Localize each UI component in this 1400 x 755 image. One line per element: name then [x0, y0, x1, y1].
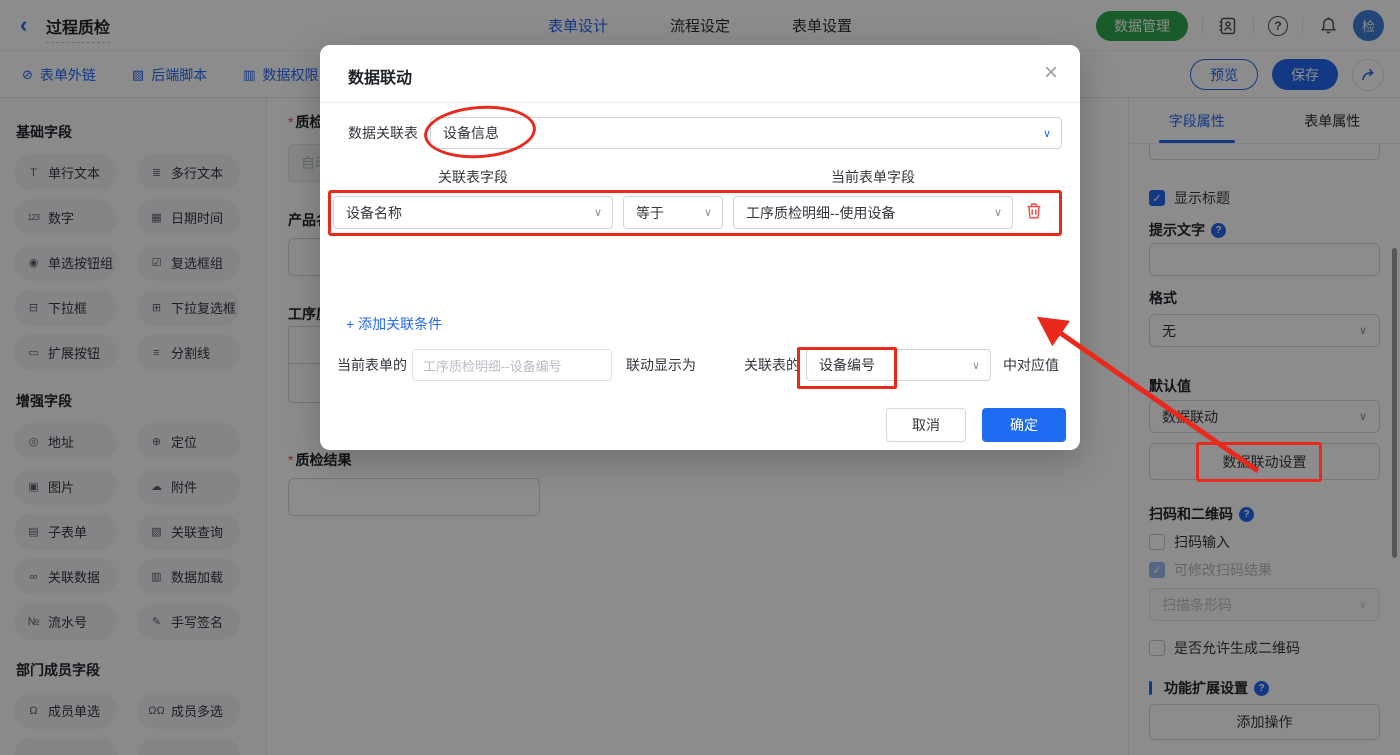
select-value: 设备名称 [346, 204, 402, 221]
select-value: 工序质检明细--使用设备 [746, 204, 896, 221]
confirm-button[interactable]: 确定 [982, 408, 1066, 442]
select-value: 设备信息 [443, 125, 499, 141]
data-linkage-dialog: 数据联动 × 数据关联表 设备信息 ∨ 关联表字段 当前表单字段 设备名称 ∨ … [320, 45, 1080, 450]
select-value: 等于 [636, 204, 664, 221]
link-table-select[interactable]: 设备信息 ∨ [430, 117, 1062, 149]
close-icon[interactable]: × [1044, 59, 1058, 87]
current-form-field-input[interactable]: 工序质检明细--设备编号 [412, 349, 612, 381]
select-value: 设备编号 [819, 357, 875, 373]
related-table-label: 关联表的 [744, 357, 800, 373]
chevron-down-icon: ∨ [1042, 127, 1051, 140]
delete-condition-trash-icon[interactable] [1024, 201, 1046, 223]
display-as-label: 联动显示为 [626, 357, 696, 373]
input-value: 工序质检明细--设备编号 [423, 358, 562, 374]
add-condition-link[interactable]: + 添加关联条件 [346, 314, 442, 334]
chevron-down-icon: ∨ [993, 207, 1002, 219]
related-field-select[interactable]: 设备编号 ∨ [806, 349, 991, 381]
condition-related-field-select[interactable]: 设备名称 ∨ [333, 196, 613, 229]
condition-operator-select[interactable]: 等于 ∨ [623, 196, 723, 229]
condition-current-field-select[interactable]: 工序质检明细--使用设备 ∨ [733, 196, 1013, 229]
dialog-header: 数据联动 × [320, 45, 1080, 103]
chevron-down-icon: ∨ [703, 207, 712, 219]
column-header-related-field: 关联表字段 [438, 169, 508, 185]
dialog-title: 数据联动 [348, 70, 413, 87]
chevron-down-icon: ∨ [593, 207, 602, 219]
suffix-label: 中对应值 [1003, 357, 1059, 373]
column-header-current-field: 当前表单字段 [831, 169, 915, 185]
cancel-button[interactable]: 取消 [886, 408, 966, 442]
current-form-label: 当前表单的 [337, 357, 407, 373]
chevron-down-icon: ∨ [971, 359, 980, 372]
link-table-label: 数据关联表 [348, 125, 418, 141]
